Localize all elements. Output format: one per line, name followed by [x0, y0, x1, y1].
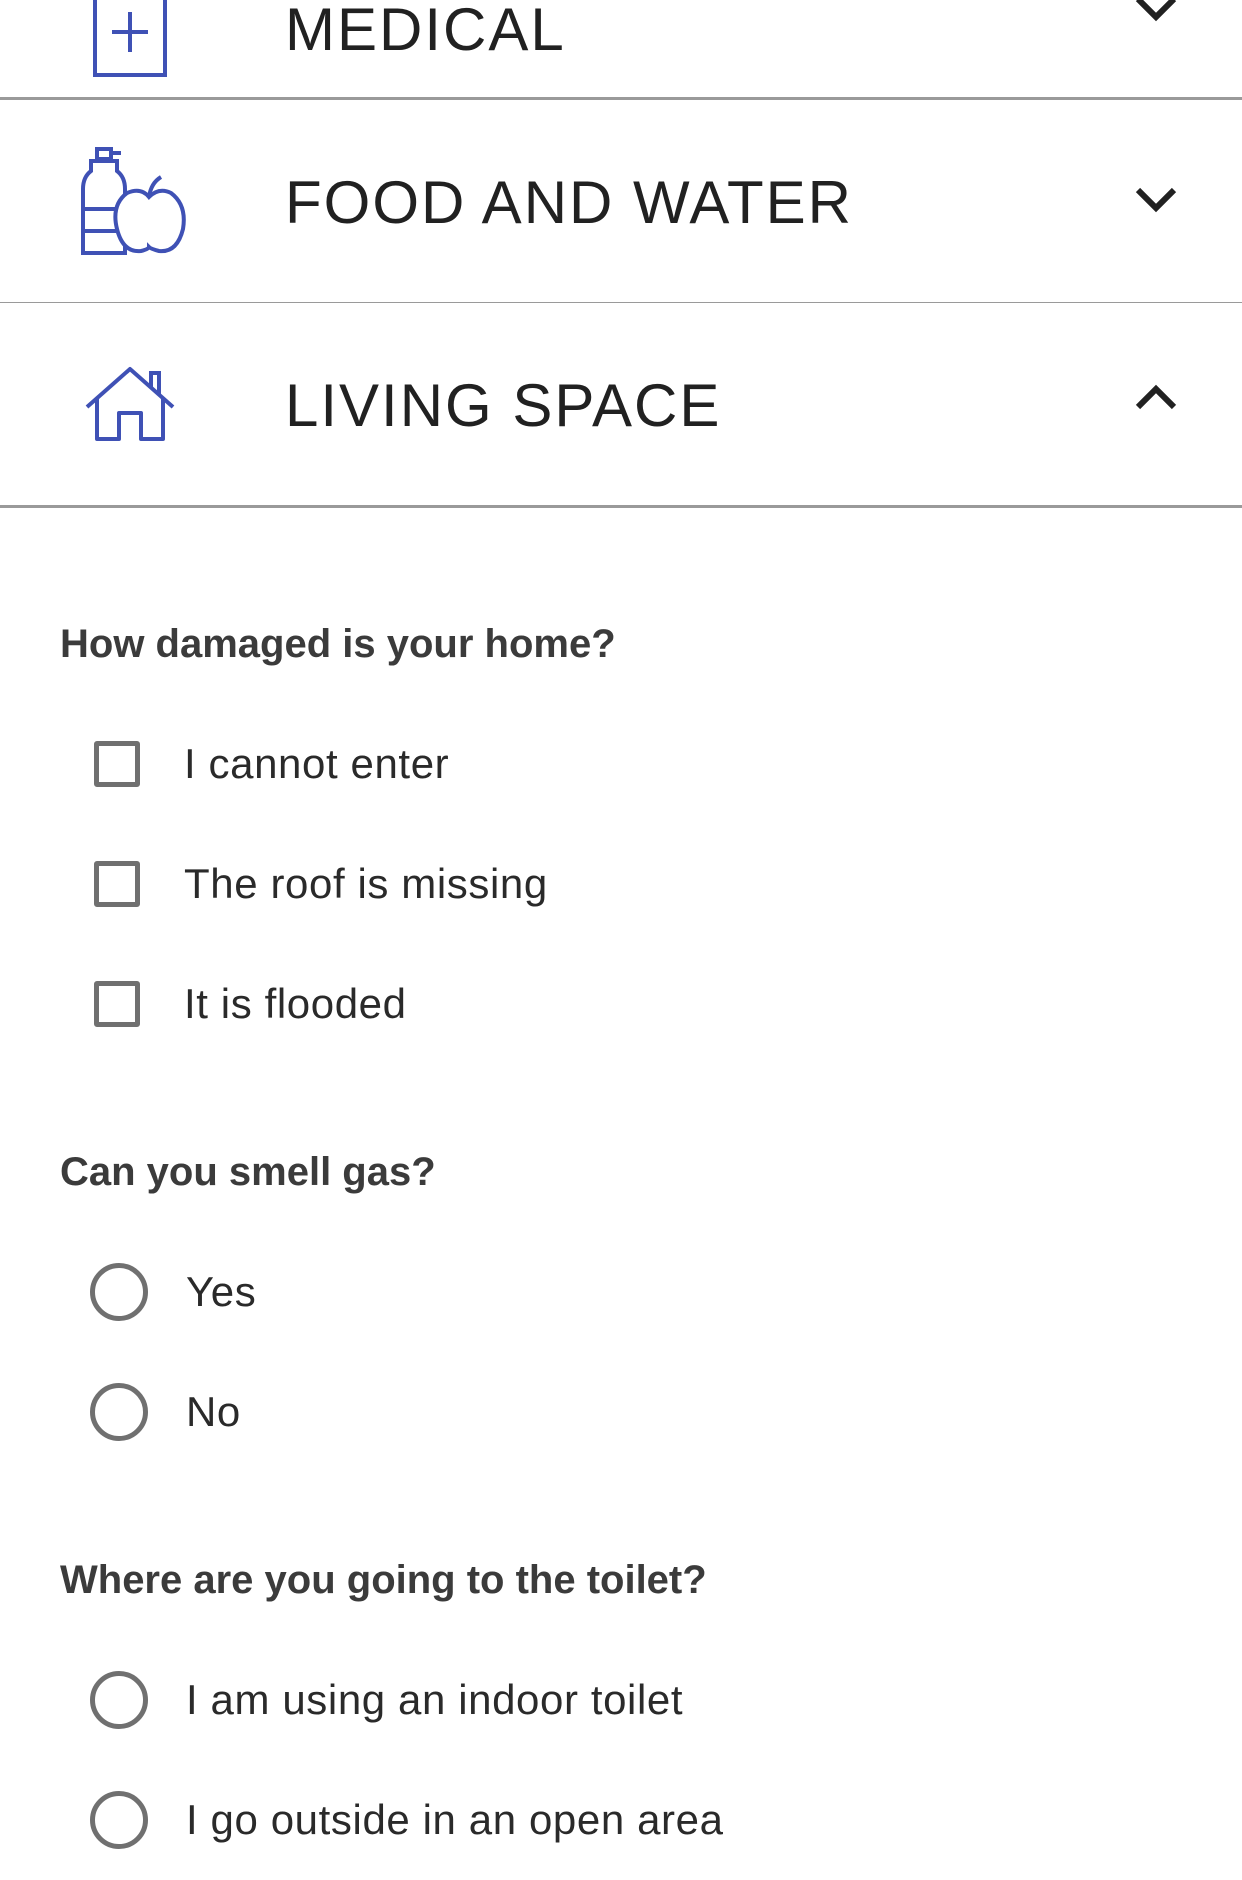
option-label: It is flooded — [184, 980, 407, 1027]
chevron-down-icon[interactable] — [1132, 176, 1180, 224]
question-toilet: Where are you going to the toilet? — [60, 1558, 707, 1602]
radio-button[interactable] — [90, 1791, 148, 1849]
medical-kit-icon — [70, 0, 190, 77]
radio-button[interactable] — [90, 1263, 148, 1321]
section-header-food-and-water[interactable]: FOOD AND WATER — [0, 100, 1242, 305]
chevron-down-icon[interactable] — [1132, 0, 1180, 33]
radio-button[interactable] — [90, 1671, 148, 1729]
water-bottle-apple-icon — [70, 142, 190, 262]
option-outside-open-area[interactable]: I go outside in an open area — [88, 1785, 724, 1855]
section-header-living-space[interactable]: LIVING SPACE — [0, 303, 1242, 508]
option-indoor-toilet[interactable]: I am using an indoor toilet — [88, 1665, 683, 1735]
option-gas-yes[interactable]: Yes — [88, 1257, 256, 1327]
option-label: I go outside in an open area — [186, 1796, 724, 1843]
option-flooded[interactable]: It is flooded — [88, 969, 407, 1039]
option-label: I am using an indoor toilet — [186, 1676, 684, 1723]
checkbox[interactable] — [94, 741, 140, 787]
option-label: No — [186, 1388, 241, 1435]
chevron-up-icon[interactable] — [1132, 373, 1180, 421]
section-title-food-and-water: FOOD AND WATER — [285, 169, 853, 236]
option-label: Yes — [186, 1268, 257, 1315]
option-label: The roof is missing — [184, 860, 548, 907]
option-cannot-enter[interactable]: I cannot enter — [88, 729, 449, 799]
option-gas-no[interactable]: No — [88, 1377, 241, 1447]
question-smell-gas: Can you smell gas? — [60, 1150, 436, 1194]
option-label: I cannot enter — [184, 740, 450, 787]
question-home-damage: How damaged is your home? — [60, 622, 616, 666]
section-header-medical[interactable]: MEDICAL — [0, 0, 1242, 100]
section-title-living-space: LIVING SPACE — [285, 372, 722, 439]
checkbox[interactable] — [94, 861, 140, 907]
checkbox[interactable] — [94, 981, 140, 1027]
option-roof-missing[interactable]: The roof is missing — [88, 849, 548, 919]
house-icon — [70, 343, 190, 463]
section-title-medical: MEDICAL — [285, 0, 566, 63]
radio-button[interactable] — [90, 1383, 148, 1441]
